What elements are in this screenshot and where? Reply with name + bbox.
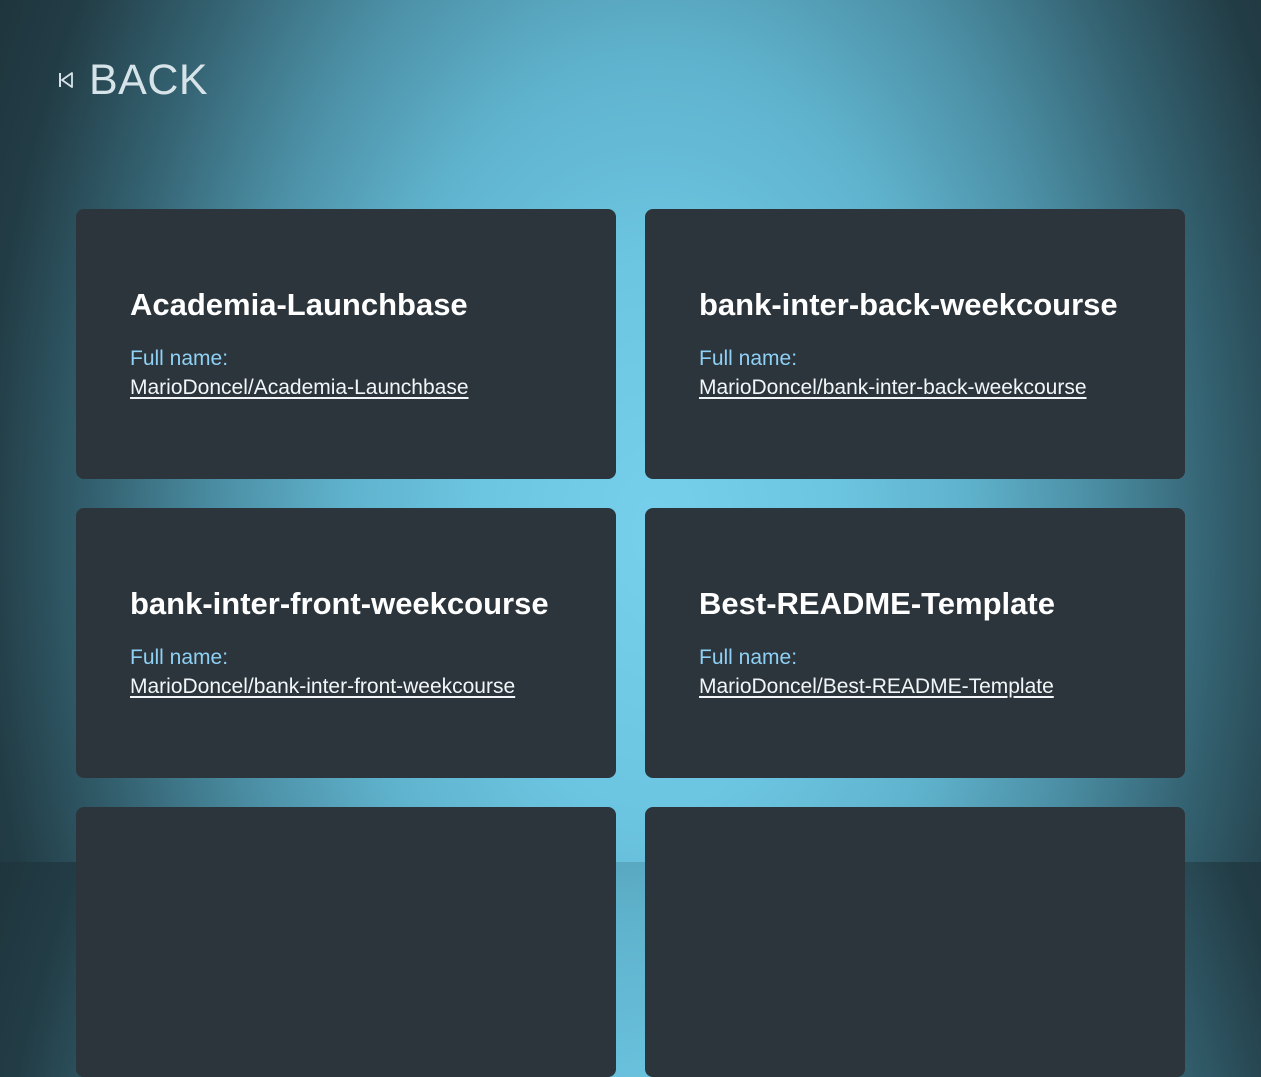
repo-card: Academia-Launchbase Full name: MarioDonc… [76, 209, 616, 479]
skip-back-icon [56, 70, 76, 90]
back-label: BACK [89, 56, 209, 104]
full-name-label: Full name: [130, 646, 229, 669]
full-name-label: Full name: [699, 646, 798, 669]
repo-title: Academia-Launchbase [130, 287, 468, 322]
repo-link[interactable]: MarioDoncel/bank-inter-front-weekcourse [130, 672, 515, 702]
repo-title: bank-inter-back-weekcourse [699, 287, 1118, 322]
repo-title: Best-README-Template [699, 586, 1055, 621]
repo-card: Best-README-Template Full name: MarioDon… [645, 508, 1185, 778]
repo-grid: Academia-Launchbase Full name: MarioDonc… [76, 209, 1185, 1077]
repo-link[interactable]: MarioDoncel/Best-README-Template [699, 672, 1054, 702]
repo-link[interactable]: MarioDoncel/bank-inter-back-weekcourse [699, 373, 1087, 403]
repo-card [645, 807, 1185, 1077]
full-name-label: Full name: [130, 347, 229, 370]
repo-link[interactable]: MarioDoncel/Academia-Launchbase [130, 373, 469, 403]
repo-title: bank-inter-front-weekcourse [130, 586, 549, 621]
repo-card [76, 807, 616, 1077]
full-name-label: Full name: [699, 347, 798, 370]
repo-card: bank-inter-back-weekcourse Full name: Ma… [645, 209, 1185, 479]
repo-card: bank-inter-front-weekcourse Full name: M… [76, 508, 616, 778]
back-button[interactable]: BACK [56, 56, 208, 104]
